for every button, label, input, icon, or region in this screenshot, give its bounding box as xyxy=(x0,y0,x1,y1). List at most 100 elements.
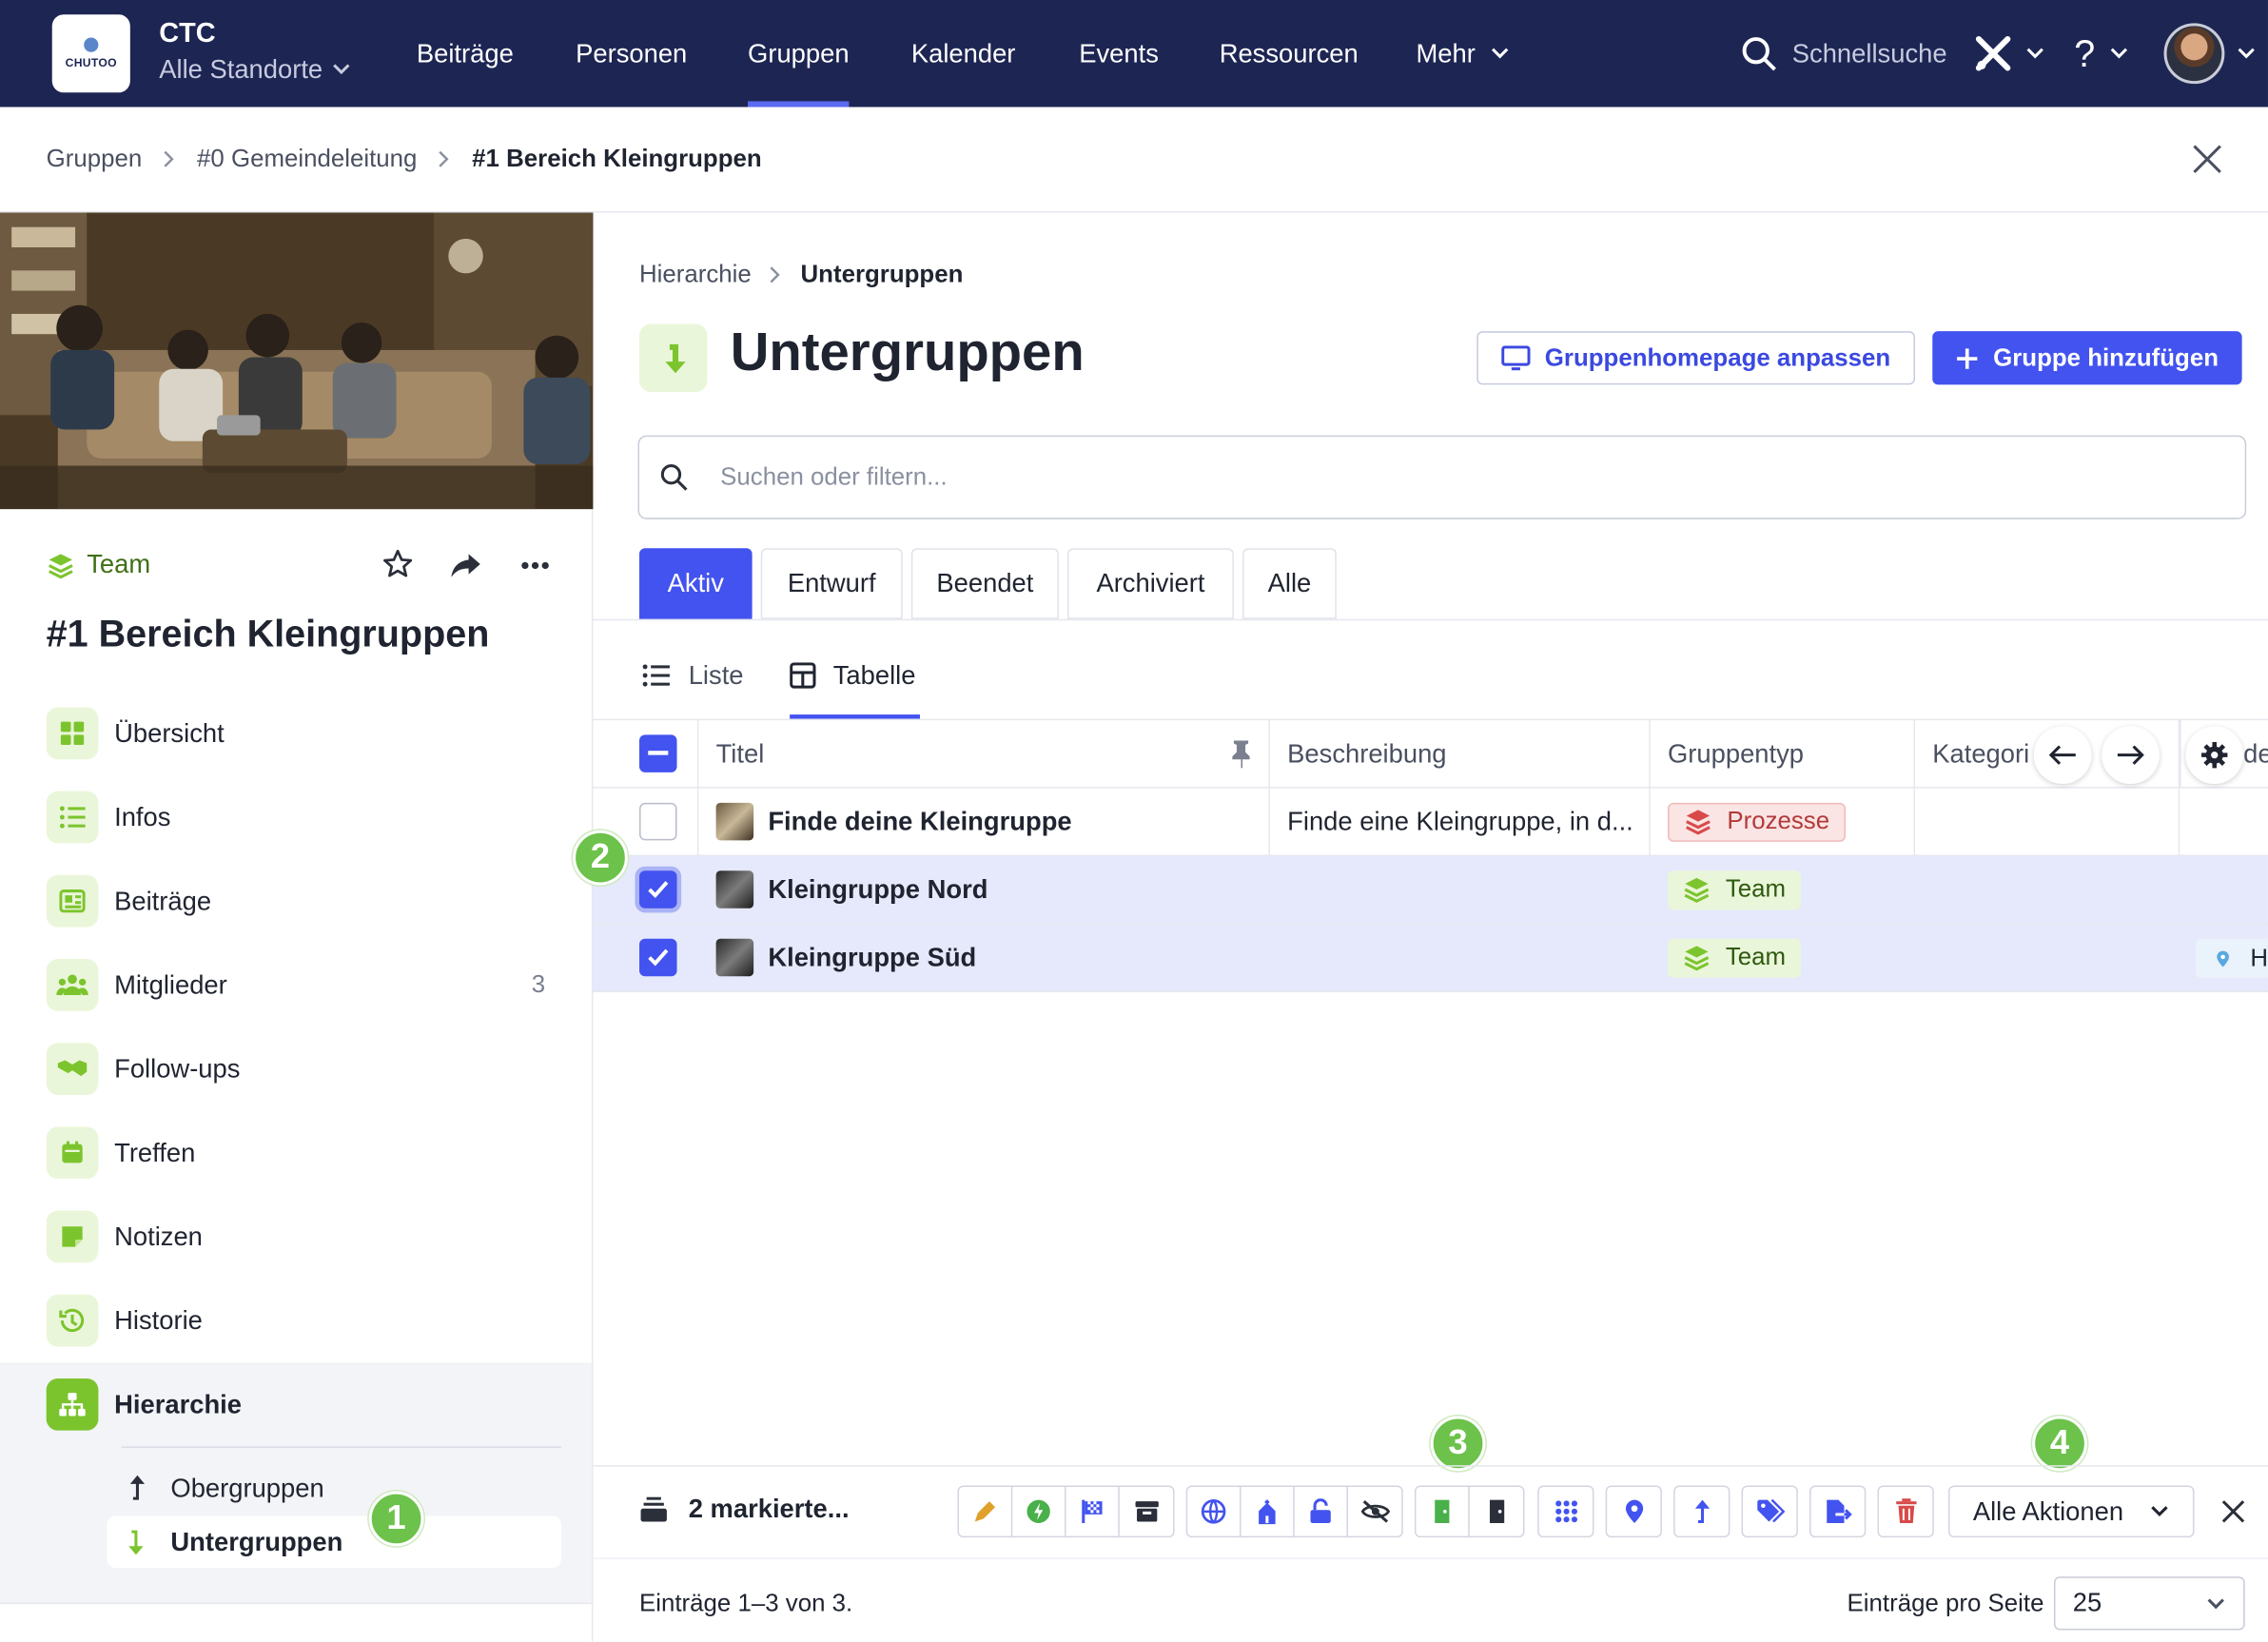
arrow-left-icon xyxy=(2048,745,2076,765)
sidebar-item-hierarchie[interactable]: Hierarchie xyxy=(0,1362,592,1447)
door-closed-icon xyxy=(1489,1499,1504,1523)
type-badge-label: Prozesse xyxy=(1727,807,1830,835)
tab-alle[interactable]: Alle xyxy=(1242,548,1337,619)
column-titel[interactable]: Titel xyxy=(698,720,1270,789)
table-row[interactable]: Kleingruppe Nord Team xyxy=(593,856,2268,925)
nav-mehr[interactable]: Mehr xyxy=(1416,0,1510,108)
row-checkbox[interactable] xyxy=(639,938,677,977)
nav-gruppen[interactable]: Gruppen xyxy=(748,0,850,108)
open-group-action-button[interactable] xyxy=(1416,1486,1470,1536)
sidebar-item-historie[interactable]: Historie xyxy=(0,1279,592,1362)
tab-beendet[interactable]: Beendet xyxy=(910,548,1059,619)
unlock-action-button[interactable] xyxy=(1295,1486,1349,1536)
row-checkbox[interactable] xyxy=(639,870,677,909)
column-divider xyxy=(1913,788,1916,855)
search-icon xyxy=(660,464,688,491)
column-gruppentyp[interactable]: Gruppentyp xyxy=(1651,720,1916,789)
column-beschreibung[interactable]: Beschreibung xyxy=(1270,720,1651,789)
row-checkbox[interactable] xyxy=(639,802,677,841)
search-input[interactable] xyxy=(720,462,2023,492)
breadcrumb-item[interactable]: Gruppen xyxy=(47,145,143,173)
customize-homepage-button[interactable]: Gruppenhomepage anpassen xyxy=(1476,331,1916,385)
sidebar-item-label: Hierarchie xyxy=(114,1389,243,1418)
more-icon[interactable] xyxy=(520,561,549,570)
tags-action-button[interactable] xyxy=(1743,1487,1796,1536)
star-icon[interactable] xyxy=(381,548,413,579)
sidebar-item-label: Mitglieder xyxy=(114,969,227,999)
delete-action-button[interactable] xyxy=(1879,1487,1932,1536)
close-icon[interactable] xyxy=(2191,144,2222,175)
subnav-obergruppen[interactable]: Obergruppen xyxy=(125,1464,324,1514)
select-all-checkbox[interactable] xyxy=(639,734,677,772)
view-tabelle[interactable]: Tabelle xyxy=(790,632,920,719)
group-sidebar: Team #1 Bereich Kleingruppen Übersicht I… xyxy=(0,212,594,1642)
all-actions-dropdown[interactable]: Alle Aktionen xyxy=(1947,1485,2195,1538)
table-row[interactable]: Kleingruppe Süd Team H xyxy=(593,924,2268,992)
add-group-button[interactable]: Gruppe hinzufügen xyxy=(1932,331,2242,385)
tab-archiviert[interactable]: Archiviert xyxy=(1067,548,1234,619)
search-filter-field[interactable] xyxy=(637,435,2247,519)
sidebar-item-beitraege[interactable]: Beiträge xyxy=(0,859,592,943)
cell-title[interactable]: Kleingruppe Süd xyxy=(698,925,1270,991)
location-action-button[interactable] xyxy=(1607,1487,1660,1536)
nav-kalender[interactable]: Kalender xyxy=(911,0,1016,108)
chevron-down-icon xyxy=(2238,48,2255,59)
sidebar-item-mitglieder[interactable]: Mitglieder 3 xyxy=(0,943,592,1026)
church-action-button[interactable] xyxy=(1242,1486,1295,1536)
close-icon[interactable] xyxy=(2221,1500,2245,1523)
share-icon[interactable] xyxy=(450,551,481,579)
cell-title[interactable]: Finde deine Kleingruppe xyxy=(698,789,1270,855)
move-action-button[interactable] xyxy=(1675,1487,1729,1536)
categories-action-button[interactable] xyxy=(1539,1487,1593,1536)
activate-action-button[interactable] xyxy=(1012,1486,1066,1536)
annotation-marker-3: 3 xyxy=(1430,1416,1486,1472)
view-liste[interactable]: Liste xyxy=(642,632,744,718)
nav-personen[interactable]: Personen xyxy=(576,0,687,108)
org-logo[interactable]: CHUTOO xyxy=(51,14,130,93)
plus-icon xyxy=(1957,347,1978,368)
org-switcher[interactable]: CTC Alle Standorte xyxy=(159,19,351,88)
cell-title[interactable]: Kleingruppe Nord xyxy=(698,856,1270,923)
nav-events[interactable]: Events xyxy=(1079,0,1159,108)
archive-action-button[interactable] xyxy=(1120,1487,1173,1536)
help-menu[interactable]: ? xyxy=(2074,0,2129,108)
sidebar-item-notizen[interactable]: Notizen xyxy=(0,1195,592,1279)
scroll-right-button[interactable] xyxy=(2102,726,2160,785)
sidebar-item-treffen[interactable]: Treffen xyxy=(0,1111,592,1195)
sidebar-item-uebersicht[interactable]: Übersicht xyxy=(0,692,592,775)
pin-icon[interactable] xyxy=(1231,739,1251,769)
edit-action-button[interactable] xyxy=(959,1486,1013,1536)
sidebar-item-infos[interactable]: Infos xyxy=(0,775,592,859)
tab-label: Entwurf xyxy=(787,568,876,597)
breadcrumb-item[interactable]: #0 Gemeindeleitung xyxy=(197,145,417,173)
export-action-button[interactable] xyxy=(1811,1487,1865,1536)
hide-action-button[interactable] xyxy=(1348,1487,1401,1536)
cell-description: Finde eine Kleingruppe, in d... xyxy=(1270,789,1651,855)
sidebar-item-follow-ups[interactable]: Follow-ups xyxy=(0,1026,592,1110)
quick-search[interactable]: Schnellsuche xyxy=(1740,0,1947,108)
nav-ressourcen[interactable]: Ressourcen xyxy=(1220,0,1359,108)
user-menu-chevron[interactable] xyxy=(2237,0,2257,108)
user-avatar[interactable] xyxy=(2163,23,2225,85)
tools-menu[interactable] xyxy=(1973,0,2045,108)
check-icon xyxy=(648,948,669,967)
arrow-down-icon xyxy=(128,1530,144,1555)
clipped-column-label: de xyxy=(2243,738,2268,769)
row-title: Finde deine Kleingruppe xyxy=(768,806,1072,836)
public-action-button[interactable] xyxy=(1187,1486,1242,1536)
flag-checkered-icon xyxy=(1082,1499,1103,1523)
table-row[interactable]: Finde deine Kleingruppe Finde eine Klein… xyxy=(593,788,2268,857)
pen-icon xyxy=(974,1501,996,1522)
tab-entwurf[interactable]: Entwurf xyxy=(760,548,903,619)
chevron-down-icon xyxy=(2207,1597,2224,1609)
finish-action-button[interactable] xyxy=(1066,1486,1120,1536)
column-label: Beschreibung xyxy=(1287,738,1447,769)
breadcrumb-item[interactable]: Hierarchie xyxy=(639,261,752,289)
scroll-left-button[interactable] xyxy=(2033,726,2092,785)
column-settings-button[interactable] xyxy=(2185,726,2244,785)
close-group-action-button[interactable] xyxy=(1470,1487,1523,1536)
tab-aktiv[interactable]: Aktiv xyxy=(639,548,753,619)
nav-beitraege[interactable]: Beiträge xyxy=(417,0,514,108)
per-page-select[interactable]: 25 xyxy=(2053,1576,2245,1631)
subnav-untergruppen[interactable]: Untergruppen xyxy=(107,1515,561,1569)
